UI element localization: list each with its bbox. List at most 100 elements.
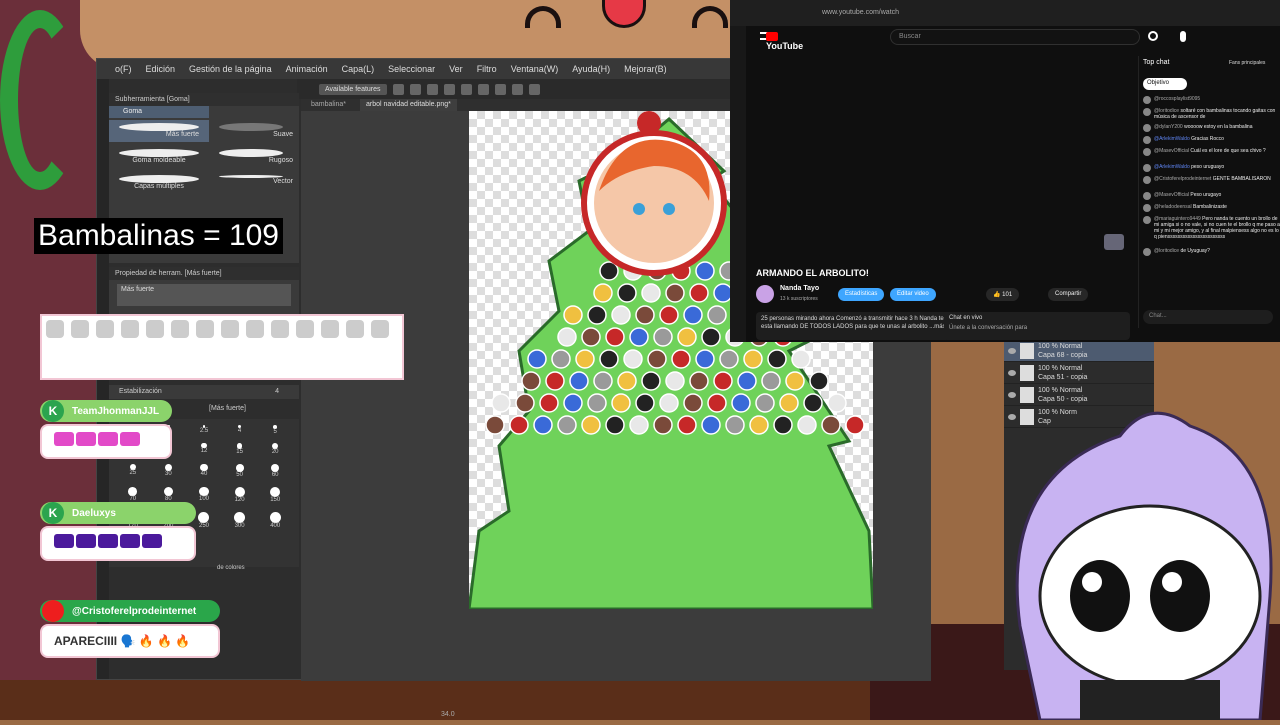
grid-icon[interactable] — [528, 83, 540, 95]
chat-message[interactable]: @roccosplaylist9095 — [1143, 96, 1280, 104]
chat-message[interactable]: @MasevOfficial Peso urugayo — [1143, 192, 1280, 200]
brush-size-option[interactable]: 4 — [226, 425, 254, 441]
brush-size-option[interactable]: 15 — [226, 443, 254, 462]
mic-icon[interactable] — [1180, 31, 1186, 42]
brush-size-option[interactable]: 20 — [261, 443, 289, 462]
brush-size-option[interactable]: 60 — [261, 463, 289, 485]
brush-size-option[interactable]: 12 — [190, 443, 218, 462]
emote-icon — [46, 320, 64, 338]
ornament — [665, 371, 685, 391]
stabilization-value[interactable]: 4 — [275, 388, 279, 395]
menu-animation[interactable]: Animación — [286, 64, 328, 74]
chat-author[interactable]: @loritodice — [1154, 248, 1179, 254]
chat-message[interactable]: @loritodice de Uyuguay? — [1143, 248, 1280, 256]
brush-size-label: 30 — [165, 470, 172, 477]
stabilization-row[interactable]: Estabilización 4 — [109, 385, 299, 399]
brush-size-option[interactable]: 150 — [261, 486, 289, 510]
search-input[interactable]: Buscar — [890, 29, 1140, 45]
brush-goma-moldeable[interactable]: Goma moldeable — [109, 146, 209, 168]
menu-filter[interactable]: Filtro — [477, 64, 497, 74]
chat-author[interactable]: @Cristoferelprodeinternet — [1154, 176, 1211, 182]
menu-file[interactable]: o(F) — [115, 64, 132, 74]
video-description[interactable]: 25 personas mirando ahora Comenzó a tran… — [756, 312, 956, 340]
fill-icon[interactable] — [511, 83, 523, 95]
brush-size-option[interactable]: 25 — [119, 463, 147, 485]
chat-author[interactable]: @dylanY200 — [1154, 124, 1183, 130]
preset-preview[interactable]: Más fuerte — [117, 284, 291, 306]
chat-text: @mariaguintero9449 Pero nanda te cuento … — [1154, 216, 1280, 240]
chat-message[interactable]: @Cristoferelprodeinternet GENTE BAMBALIS… — [1143, 176, 1280, 184]
chat-message[interactable]: @ArlekimWaldo Gracias Rocco — [1143, 136, 1280, 144]
save-icon[interactable] — [426, 83, 438, 95]
zoom-value[interactable]: 34.0 — [441, 711, 455, 718]
settings-icon[interactable] — [494, 83, 506, 95]
menu-page[interactable]: Gestión de la página — [189, 64, 272, 74]
menu-select[interactable]: Seleccionar — [388, 64, 435, 74]
ornament — [593, 283, 613, 303]
available-features-button[interactable]: Available features — [319, 83, 387, 95]
chat-author[interactable]: @MasevOfficial — [1154, 148, 1189, 154]
chat-message[interactable]: @ArlekimWaldo peso uruguayo — [1143, 164, 1280, 172]
menu-edit[interactable]: Edición — [146, 64, 176, 74]
tab-goma[interactable]: Goma — [109, 106, 209, 118]
chat-message[interactable]: @heladodeensal Bambalinizaste — [1143, 204, 1280, 212]
brush-rugoso[interactable]: Rugoso — [209, 146, 293, 168]
chat-message[interactable]: @dylanY200 woooow estoy en la bambalina — [1143, 124, 1280, 132]
goal-chip[interactable]: Objetivo — [1143, 78, 1187, 90]
tab-arbol-navidad[interactable]: arbol navidad editable.png* — [360, 99, 457, 111]
tab-bambalina[interactable]: bambalina* — [305, 99, 352, 111]
undo-icon[interactable] — [460, 83, 472, 95]
chat-filter[interactable]: Fans principales — [1229, 60, 1265, 66]
brush-size-option[interactable]: 120 — [226, 486, 254, 510]
share-button[interactable]: Compartir — [1048, 288, 1089, 301]
like-count: 101 — [1002, 292, 1013, 298]
chat-message[interactable]: @MasevOfficial Cuál es el lore de que se… — [1143, 148, 1280, 156]
brush-size-option[interactable]: 50 — [226, 463, 254, 485]
layer-row[interactable]: 100 % Normal Capa 51 - copia — [1004, 362, 1154, 384]
brush-size-option[interactable]: 400 — [261, 511, 289, 536]
chat-text: @ArlekimWaldo Gracias Rocco — [1154, 136, 1224, 144]
address-bar[interactable]: www.youtube.com/watch — [814, 6, 1194, 20]
live-chat-box[interactable]: Chat en vivo Únete a la conversación par… — [944, 312, 1130, 340]
brush-size-option[interactable]: 300 — [226, 511, 254, 536]
search-icon[interactable] — [1148, 31, 1158, 41]
chat-input[interactable]: Chat... — [1143, 310, 1273, 324]
menu-help[interactable]: Ayuda(H) — [572, 64, 610, 74]
menu-improve[interactable]: Mejorar(B) — [624, 64, 667, 74]
chat-author[interactable]: @ArlekimWaldo — [1154, 164, 1190, 170]
eye-icon[interactable] — [1008, 369, 1016, 376]
chat-message[interactable]: @loritodice soltaré con bambalinas tocan… — [1143, 108, 1280, 120]
chat-message[interactable]: @mariaguintero9449 Pero nanda te cuento … — [1143, 216, 1280, 240]
menu-view[interactable]: Ver — [449, 64, 463, 74]
channel-avatar[interactable] — [756, 285, 774, 303]
brush-mas-fuerte[interactable]: Más fuerte — [109, 120, 209, 142]
brush-size-label: 60 — [271, 472, 279, 479]
brush-capas-multiples[interactable]: Capas múltiples — [109, 172, 209, 194]
chat-header[interactable]: Top chat — [1143, 59, 1169, 66]
menu-layer[interactable]: Capa(L) — [342, 64, 375, 74]
redo-icon[interactable] — [477, 83, 489, 95]
stats-button[interactable]: Estadísticas — [838, 288, 885, 301]
cloud-icon[interactable] — [443, 83, 455, 95]
brush-vector[interactable]: Vector — [209, 172, 293, 194]
chat-author[interactable]: @roccosplaylist9095 — [1154, 96, 1200, 102]
brush-dot-icon — [234, 486, 245, 497]
open-icon[interactable] — [409, 83, 421, 95]
brush-size-option[interactable]: 40 — [190, 463, 218, 485]
chat-author[interactable]: @ArlekimWaldo — [1154, 136, 1190, 142]
menu-window[interactable]: Ventana(W) — [511, 64, 559, 74]
brush-size-option[interactable]: 30 — [155, 463, 183, 485]
like-button[interactable]: 👍 101 — [986, 288, 1020, 301]
edit-video-button[interactable]: Editar video — [890, 288, 936, 301]
channel-name[interactable]: Nanda Tayo — [780, 285, 819, 292]
layer-row[interactable]: 100 % Normal Capa 68 - copia — [1004, 340, 1154, 362]
eye-icon[interactable] — [1008, 347, 1016, 354]
youtube-logo[interactable]: YouTube — [766, 31, 812, 51]
brush-dot-icon — [234, 511, 246, 523]
brush-size-option[interactable]: 5 — [261, 425, 289, 441]
chat-author[interactable]: @MasevOfficial — [1154, 192, 1189, 198]
chat-author[interactable]: @heladodeensal — [1154, 204, 1192, 210]
new-icon[interactable] — [392, 83, 404, 95]
brush-size-option[interactable]: 2.5 — [190, 425, 218, 441]
brush-suave[interactable]: Suave — [209, 120, 293, 142]
